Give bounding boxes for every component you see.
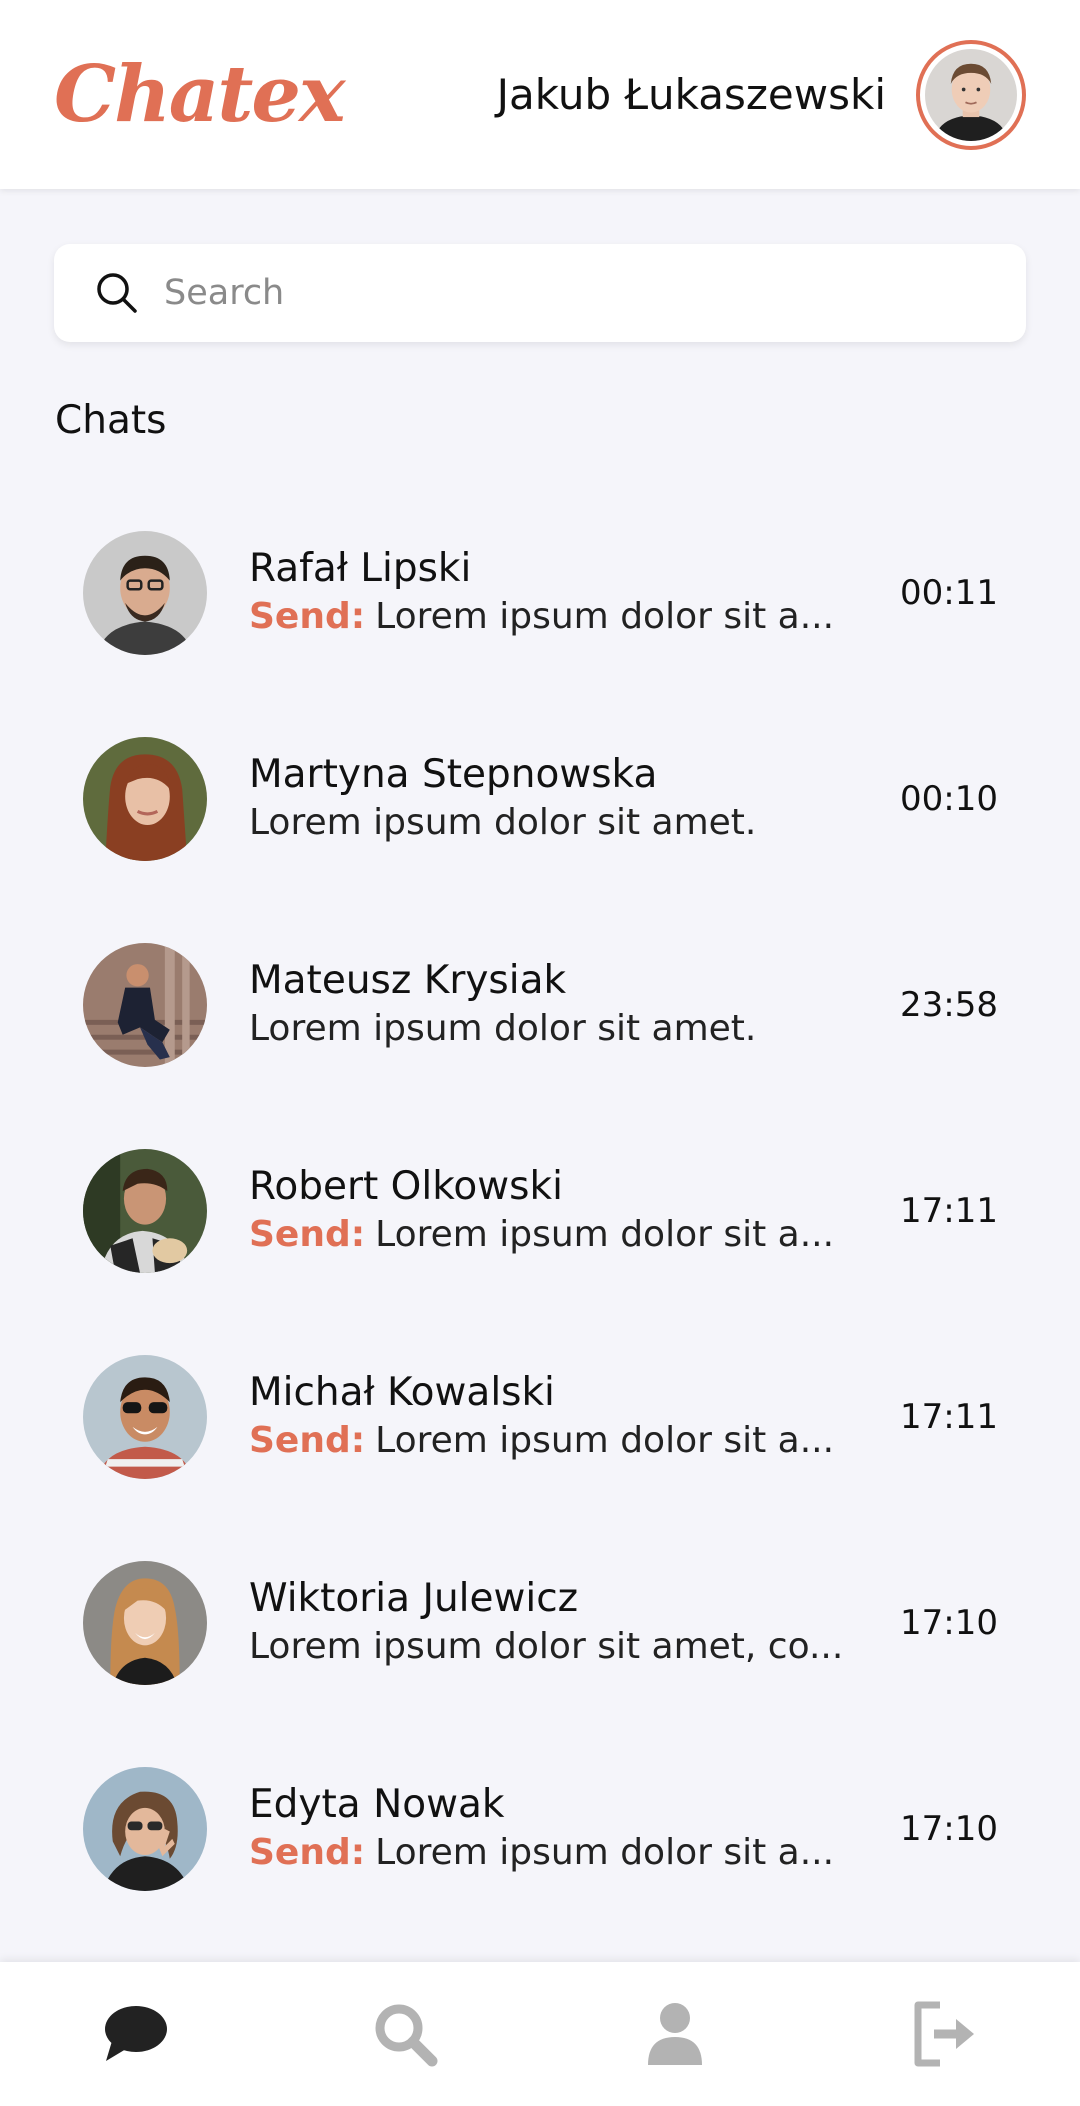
sent-prefix: Send: <box>249 1832 366 1873</box>
search-icon <box>97 273 137 313</box>
app-header: Chatex Jakub Łukaszewski <box>0 0 1080 189</box>
preview-text: Lorem ipsum dolor sit amet. <box>249 802 757 843</box>
chat-text: Michał Kowalski Send: Lorem ipsum dolor s… <box>249 1369 880 1465</box>
sent-prefix: Send: <box>249 1420 366 1461</box>
contact-name: Michał Kowalski <box>249 1370 555 1415</box>
sent-prefix: Send: <box>249 596 366 637</box>
nav-chats-button[interactable] <box>55 1979 215 2089</box>
message-preview: Send: Lorem ipsum dolor sit a... <box>249 1417 874 1465</box>
contact-name: Robert Olkowski <box>249 1164 563 1209</box>
message-time: 17:10 <box>900 1809 998 1849</box>
chat-item[interactable]: Michał Kowalski Send: Lorem ipsum dolor s… <box>0 1314 1080 1520</box>
chats-section-title: Chats <box>55 398 167 443</box>
message-time: 17:11 <box>900 1397 998 1437</box>
message-time: 17:11 <box>900 1191 998 1231</box>
contact-avatar <box>83 1767 207 1891</box>
message-preview: Send: Lorem ipsum dolor sit a... <box>249 1829 874 1877</box>
message-preview: Send: Lorem ipsum dolor sit a... <box>249 1211 874 1259</box>
message-preview: Lorem ipsum dolor sit amet, co... <box>249 1623 874 1671</box>
bottom-nav <box>0 1962 1080 2106</box>
search-icon <box>375 2004 438 2067</box>
chat-text: Edyta Nowak Send: Lorem ipsum dolor sit a… <box>249 1781 880 1877</box>
message-time: 00:10 <box>900 779 998 819</box>
message-time: 00:11 <box>900 573 998 613</box>
preview-text: Lorem ipsum dolor sit a... <box>375 1214 835 1255</box>
chat-text: Martyna Stepnowska Lorem ipsum dolor sit… <box>249 751 880 847</box>
chat-item[interactable]: Rafał Lipski Send: Lorem ipsum dolor sit … <box>0 490 1080 696</box>
search-input[interactable] <box>164 273 984 313</box>
chat-text: Rafał Lipski Send: Lorem ipsum dolor sit … <box>249 545 880 641</box>
preview-text: Lorem ipsum dolor sit amet, co... <box>249 1626 844 1667</box>
chat-text: Mateusz Krysiak Lorem ipsum dolor sit am… <box>249 957 880 1053</box>
message-preview: Lorem ipsum dolor sit amet. <box>249 1005 874 1053</box>
chat-item[interactable]: Martyna Stepnowska Lorem ipsum dolor sit… <box>0 696 1080 902</box>
chat-item[interactable]: Wiktoria Julewicz Lorem ipsum dolor sit … <box>0 1520 1080 1726</box>
chat-list: Rafał Lipski Send: Lorem ipsum dolor sit … <box>0 490 1080 2106</box>
contact-avatar <box>83 943 207 1067</box>
contact-name: Edyta Nowak <box>249 1782 505 1827</box>
chat-item[interactable]: Edyta Nowak Send: Lorem ipsum dolor sit a… <box>0 1726 1080 1932</box>
contact-name: Rafał Lipski <box>249 546 472 591</box>
nav-search-button[interactable] <box>325 1979 485 2089</box>
message-preview: Send: Lorem ipsum dolor sit a... <box>249 593 874 641</box>
preview-text: Lorem ipsum dolor sit amet. <box>249 1008 757 1049</box>
contact-avatar <box>83 1561 207 1685</box>
search-bar[interactable] <box>54 244 1026 342</box>
contact-avatar <box>83 737 207 861</box>
preview-text: Lorem ipsum dolor sit a... <box>375 596 835 637</box>
message-preview: Lorem ipsum dolor sit amet. <box>249 799 874 847</box>
app-logo[interactable]: Chatex <box>54 49 345 140</box>
contact-name: Wiktoria Julewicz <box>249 1576 579 1621</box>
user-icon <box>648 2003 702 2065</box>
profile-avatar-icon <box>925 48 1017 141</box>
preview-text: Lorem ipsum dolor sit a... <box>375 1420 835 1461</box>
logout-icon <box>914 2001 974 2067</box>
chat-text: Wiktoria Julewicz Lorem ipsum dolor sit … <box>249 1575 880 1671</box>
contact-avatar <box>83 531 207 655</box>
header-user[interactable]: Jakub Łukaszewski <box>496 39 1026 150</box>
preview-text: Lorem ipsum dolor sit a... <box>375 1832 835 1873</box>
contact-name: Martyna Stepnowska <box>249 752 658 797</box>
chat-item[interactable]: Mateusz Krysiak Lorem ipsum dolor sit am… <box>0 902 1080 1108</box>
chat-bubble-icon <box>105 2006 167 2061</box>
message-time: 17:10 <box>900 1603 998 1643</box>
contact-avatar <box>83 1355 207 1479</box>
message-time: 23:58 <box>900 985 998 1025</box>
contact-avatar <box>83 1149 207 1273</box>
current-user-avatar[interactable] <box>916 39 1026 150</box>
nav-logout-button[interactable] <box>865 1979 1025 2089</box>
nav-profile-button[interactable] <box>595 1979 755 2089</box>
contact-name: Mateusz Krysiak <box>249 958 567 1003</box>
current-user-name: Jakub Łukaszewski <box>496 70 886 119</box>
sent-prefix: Send: <box>249 1214 366 1255</box>
chat-text: Robert Olkowski Send: Lorem ipsum dolor s… <box>249 1163 880 1259</box>
chat-item[interactable]: Robert Olkowski Send: Lorem ipsum dolor s… <box>0 1108 1080 1314</box>
